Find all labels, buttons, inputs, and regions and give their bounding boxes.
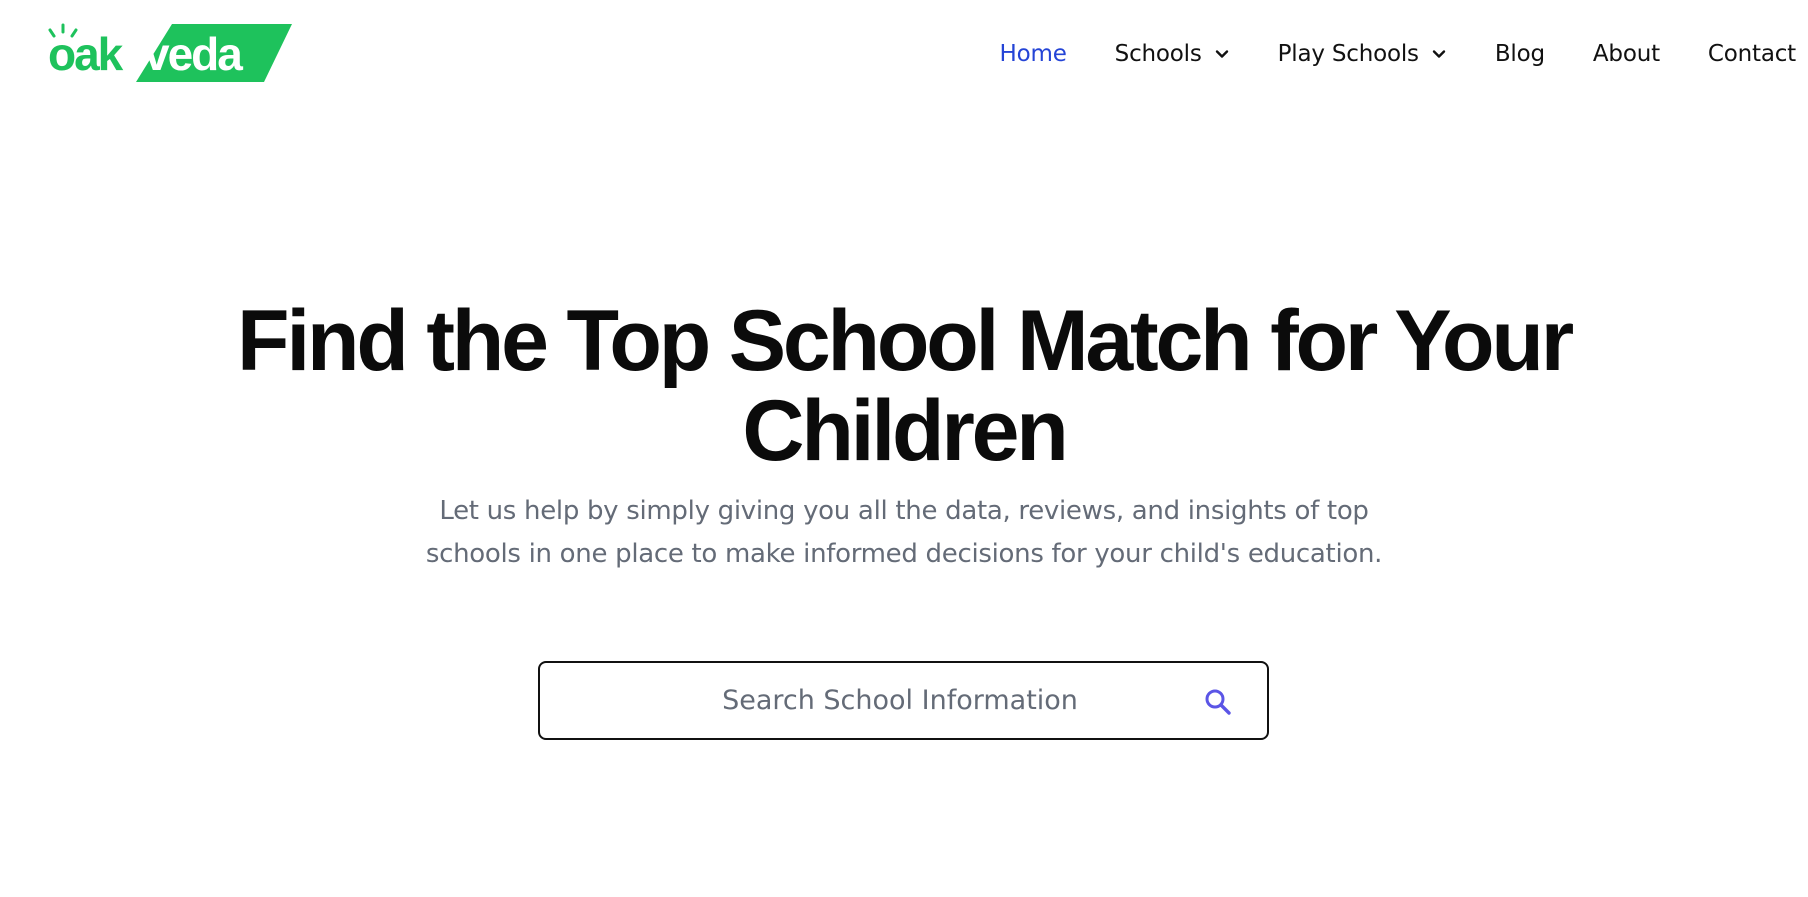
nav-item-contact[interactable]: Contact — [1708, 41, 1796, 67]
nav-item-play-schools[interactable]: Play Schools — [1278, 41, 1447, 67]
svg-text:oak: oak — [48, 28, 124, 80]
main-nav: Home Schools Play Schools Blog About Con… — [952, 36, 1797, 72]
nav-item-label: Contact — [1707, 41, 1796, 67]
nav-item-about[interactable]: About — [1593, 41, 1660, 67]
hero-subtitle-line: Let us help by simply giving you all the… — [439, 496, 1369, 526]
chevron-down-icon — [1432, 50, 1446, 58]
hero-subtitle-line: schools in one place to make informed de… — [425, 539, 1383, 569]
search-icon[interactable] — [1203, 687, 1233, 717]
search-input[interactable] — [580, 663, 1200, 738]
nav-item-label: Schools — [1114, 41, 1202, 67]
page: oak veda Home Schools Play Schools Blog — [0, 0, 1808, 897]
hero-title-line: Find the Top School Match for Your — [236, 293, 1574, 389]
search-bar — [538, 661, 1269, 740]
nav-item-blog[interactable]: Blog — [1495, 41, 1545, 67]
hero-subtitle: Let us help by simply giving you all the… — [354, 490, 1454, 576]
oakveda-logo[interactable]: oak veda — [48, 22, 296, 84]
nav-item-schools[interactable]: Schools — [1115, 41, 1230, 67]
nav-item-label: Blog — [1494, 41, 1545, 67]
chevron-down-icon — [1215, 50, 1228, 58]
svg-text:veda: veda — [144, 28, 243, 80]
site-header: oak veda Home Schools Play Schools Blog — [0, 0, 1808, 106]
hero-title-line: Children — [742, 383, 1068, 479]
hero-title: Find the Top School Match for Your Child… — [0, 296, 1808, 476]
nav-item-label: Home — [999, 41, 1067, 67]
nav-item-home[interactable]: Home — [1000, 41, 1067, 67]
nav-item-label: Play Schools — [1277, 41, 1419, 67]
nav-item-label: About — [1592, 41, 1660, 67]
